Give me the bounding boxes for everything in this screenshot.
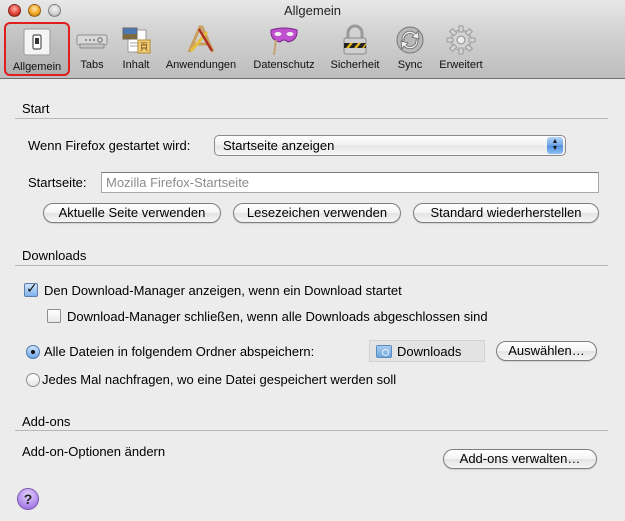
section-heading-addons: Add-ons [22, 414, 71, 429]
close-download-manager-checkbox[interactable] [47, 309, 61, 323]
window-titlebar: Allgemein Allgemein Tabs 頁 Inhalt Anwend… [0, 0, 625, 79]
always-ask-label[interactable]: Jedes Mal nachfragen, wo eine Datei gesp… [42, 372, 396, 387]
startup-behavior-select[interactable]: Startseite anzeigen ▲ ▼ [214, 135, 566, 156]
section-heading-downloads: Downloads [22, 248, 87, 263]
svg-text:頁: 頁 [139, 42, 148, 52]
gear-icon [445, 24, 477, 56]
choose-folder-button[interactable]: Auswählen… [496, 341, 597, 361]
section-divider [15, 118, 608, 119]
download-folder-name: Downloads [397, 344, 462, 359]
save-to-folder-radio[interactable] [26, 345, 40, 359]
privacy-mask-icon [268, 24, 300, 56]
sync-icon [394, 24, 426, 56]
content-icon: 頁 [120, 24, 152, 56]
downloads-folder-icon [376, 345, 392, 358]
always-ask-radio[interactable] [26, 373, 40, 387]
tab-label: Erweitert [439, 59, 483, 71]
restore-default-button[interactable]: Standard wiederherstellen [413, 203, 599, 223]
use-bookmark-button[interactable]: Lesezeichen verwenden [233, 203, 401, 223]
question-mark-icon: ? [23, 491, 33, 507]
manage-addons-button[interactable]: Add-ons verwalten… [443, 449, 597, 469]
homepage-label: Startseite: [28, 175, 87, 190]
tabs-icon [76, 24, 108, 56]
switch-icon [21, 26, 53, 58]
tab-sync[interactable]: Sync [392, 22, 428, 76]
tab-label: Tabs [80, 59, 104, 71]
tab-tabs[interactable]: Tabs [74, 22, 110, 76]
tab-label: Datenschutz [253, 59, 315, 71]
tab-label: Sync [397, 59, 423, 71]
window-title: Allgemein [283, 3, 342, 18]
show-download-manager-label[interactable]: Den Download-Manager anzeigen, wenn ein … [44, 283, 402, 298]
tab-sicherheit[interactable]: Sicherheit [326, 22, 384, 76]
tab-label: Allgemein [12, 61, 62, 73]
homepage-input[interactable]: Mozilla Firefox-Startseite [101, 172, 599, 193]
download-folder-display: Downloads [369, 340, 485, 362]
close-download-manager-label[interactable]: Download-Manager schließen, wenn alle Do… [67, 309, 488, 324]
checkmark-icon: ✓ [26, 280, 38, 296]
tab-label: Sicherheit [330, 59, 380, 71]
show-download-manager-checkbox[interactable]: ✓ [24, 280, 38, 297]
tab-allgemein[interactable]: Allgemein [4, 22, 70, 76]
padlock-icon [339, 24, 371, 56]
tab-inhalt[interactable]: 頁 Inhalt [116, 22, 156, 76]
tab-label: Inhalt [122, 59, 150, 71]
tab-datenschutz[interactable]: Datenschutz [248, 22, 320, 76]
section-divider [15, 265, 608, 266]
help-button[interactable]: ? [17, 488, 39, 510]
tab-erweitert[interactable]: Erweitert [434, 22, 488, 76]
startup-behavior-label: Wenn Firefox gestartet wird: [28, 138, 191, 153]
popup-arrows-icon: ▲ ▼ [547, 137, 563, 154]
startup-behavior-value: Startseite anzeigen [223, 138, 335, 153]
addon-options-label: Add-on-Optionen ändern [22, 444, 166, 459]
radio-dot-icon [31, 350, 35, 354]
section-heading-start: Start [22, 101, 50, 116]
use-current-page-button[interactable]: Aktuelle Seite verwenden [43, 203, 221, 223]
tab-label: Anwendungen [165, 59, 237, 71]
preferences-toolbar: Allgemein Tabs 頁 Inhalt Anwendungen Date… [0, 20, 625, 78]
tab-anwendungen[interactable]: Anwendungen [162, 22, 240, 76]
save-to-folder-label[interactable]: Alle Dateien in folgendem Ordner abspeic… [44, 344, 314, 359]
applications-icon [185, 24, 217, 56]
section-divider [15, 430, 608, 431]
